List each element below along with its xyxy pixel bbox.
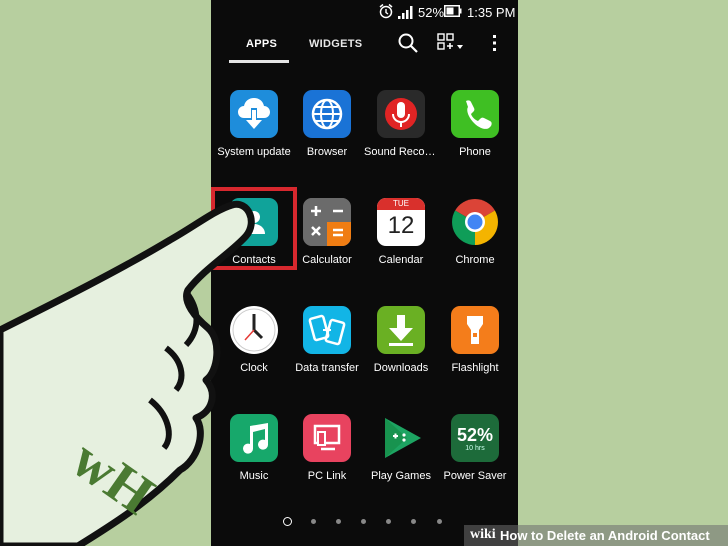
play-games-icon xyxy=(377,414,425,462)
phone-icon xyxy=(451,90,499,138)
more-options-icon[interactable] xyxy=(492,34,498,52)
app-label: PC Link xyxy=(307,470,347,482)
app-power-saver[interactable]: 52% 10 hrs Power Saver xyxy=(438,414,512,482)
pointing-hand-illustration: wH xyxy=(0,200,255,546)
app-downloads[interactable]: Downloads xyxy=(364,306,438,374)
alarm-icon xyxy=(379,3,393,19)
page-dot[interactable] xyxy=(311,519,316,524)
calendar-icon: TUE 12 xyxy=(377,198,425,246)
calendar-weekday: TUE xyxy=(377,198,425,210)
app-label: Flashlight xyxy=(451,362,499,374)
pc-link-icon xyxy=(303,414,351,462)
app-data-transfer[interactable]: Data transfer xyxy=(290,306,364,374)
app-pc-link[interactable]: PC Link xyxy=(290,414,364,482)
app-label: Downloads xyxy=(373,362,429,374)
app-view-options-icon[interactable] xyxy=(437,33,465,53)
wikihow-caption-bar: wiki How to Delete an Android Contact xyxy=(464,525,728,546)
app-label: Calculator xyxy=(302,254,352,266)
page-dot[interactable] xyxy=(361,519,366,524)
app-phone[interactable]: Phone xyxy=(438,90,512,158)
app-label: Power Saver xyxy=(443,470,507,482)
app-flashlight[interactable]: Flashlight xyxy=(438,306,512,374)
page-dot[interactable] xyxy=(437,519,442,524)
data-transfer-icon xyxy=(303,306,351,354)
clock-time: 1:35 PM xyxy=(467,5,516,20)
microphone-icon xyxy=(377,90,425,138)
globe-icon xyxy=(303,90,351,138)
app-label: Data transfer xyxy=(295,362,359,374)
article-title: How to Delete an Android Contact xyxy=(500,528,710,543)
wiki-logo: wiki xyxy=(470,527,496,542)
app-chrome[interactable]: Chrome xyxy=(438,198,512,266)
page-dot[interactable] xyxy=(411,519,416,524)
calendar-day: 12 xyxy=(387,212,415,239)
power-saver-percent: 52% xyxy=(456,425,494,445)
tab-widgets[interactable]: WIDGETS xyxy=(309,38,362,50)
page-dot[interactable] xyxy=(336,519,341,524)
app-label: Phone xyxy=(459,146,491,158)
signal-icon xyxy=(398,6,413,19)
app-play-games[interactable]: Play Games xyxy=(364,414,438,482)
power-saver-hours: 10 hrs xyxy=(465,445,485,452)
download-icon xyxy=(377,306,425,354)
app-label: Calendar xyxy=(378,254,424,266)
app-label: Sound Record… xyxy=(364,146,438,158)
page-dot[interactable] xyxy=(386,519,391,524)
power-saver-icon: 52% 10 hrs xyxy=(451,414,499,462)
app-sound-recorder[interactable]: Sound Record… xyxy=(364,90,438,158)
search-icon[interactable] xyxy=(397,32,419,54)
app-calendar[interactable]: TUE 12 Calendar xyxy=(364,198,438,266)
battery-percent: 52% xyxy=(418,5,445,20)
app-calculator[interactable]: Calculator xyxy=(290,198,364,266)
battery-icon xyxy=(444,5,462,17)
calculator-icon xyxy=(303,198,351,246)
app-label: Browser xyxy=(306,146,348,158)
app-label: Play Games xyxy=(371,470,431,482)
app-browser[interactable]: Browser xyxy=(290,90,364,158)
chrome-icon xyxy=(451,198,499,246)
app-label: Chrome xyxy=(455,254,495,266)
flashlight-icon xyxy=(451,306,499,354)
